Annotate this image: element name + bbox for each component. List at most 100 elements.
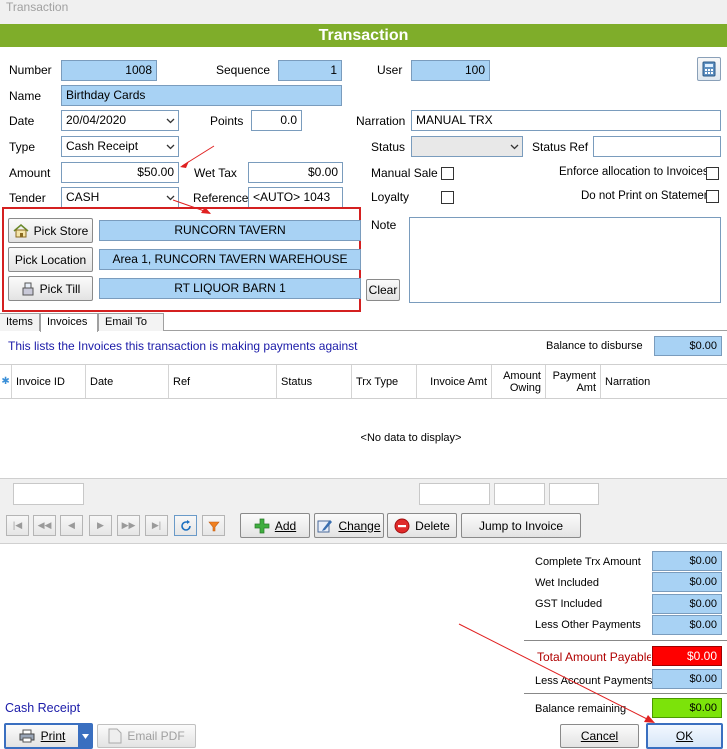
name-field[interactable]: Birthday Cards bbox=[61, 85, 342, 106]
note-textarea[interactable] bbox=[409, 217, 721, 303]
type-select[interactable]: Cash Receipt bbox=[61, 136, 179, 157]
column-header[interactable]: Trx Type bbox=[352, 365, 417, 398]
balance-to-disburse-label: Balance to disburse bbox=[546, 340, 643, 352]
column-header[interactable]: Invoice ID bbox=[12, 365, 86, 398]
refresh-icon bbox=[180, 519, 191, 531]
window-title-bar: Transaction bbox=[0, 0, 727, 24]
column-header[interactable]: Date bbox=[86, 365, 169, 398]
annotation-arrows bbox=[172, 145, 215, 214]
refresh-button[interactable] bbox=[174, 515, 197, 536]
filter-icon bbox=[207, 521, 220, 531]
delete-icon bbox=[394, 518, 410, 533]
pick-till-button[interactable]: Pick Till bbox=[8, 276, 93, 301]
name-label: Name bbox=[9, 89, 42, 103]
pick-store-button[interactable]: Pick Store bbox=[8, 218, 93, 243]
points-field[interactable]: 0.0 bbox=[251, 110, 302, 131]
date-label: Date bbox=[9, 114, 35, 128]
pick-location-button[interactable]: Pick Location bbox=[8, 247, 93, 272]
column-header[interactable]: Ref bbox=[169, 365, 277, 398]
date-value: 20/04/2020 bbox=[66, 113, 127, 127]
tab-invoices[interactable]: Invoices bbox=[40, 313, 98, 332]
clear-label: Clear bbox=[368, 283, 398, 297]
invoice-grid-footer bbox=[0, 478, 727, 508]
column-header[interactable]: Amount Owing bbox=[492, 365, 546, 398]
ok-button[interactable]: OK bbox=[646, 723, 723, 749]
loyalty-checkbox[interactable] bbox=[441, 191, 454, 204]
column-header[interactable]: Invoice Amt bbox=[417, 365, 492, 398]
column-header[interactable]: Narration bbox=[601, 365, 727, 398]
filter-button[interactable] bbox=[202, 515, 225, 536]
location-field[interactable]: Area 1, RUNCORN TAVERN WAREHOUSE bbox=[99, 249, 361, 270]
prev-page-button[interactable]: ◀◀ bbox=[33, 515, 56, 536]
next-record-button[interactable]: ▶ bbox=[89, 515, 112, 536]
sequence-field[interactable]: 1 bbox=[278, 60, 342, 81]
delete-button[interactable]: Delete bbox=[387, 513, 457, 538]
manual-sale-checkbox[interactable] bbox=[441, 167, 454, 180]
print-button[interactable]: Print bbox=[4, 723, 93, 749]
status-label: Status bbox=[371, 140, 406, 154]
print-main[interactable]: Print bbox=[6, 729, 78, 743]
annotation-arrow-ok bbox=[458, 623, 655, 723]
column-header[interactable]: Payment Amt bbox=[546, 365, 601, 398]
tab-email-to[interactable]: Email To bbox=[98, 313, 164, 331]
wet-included-field[interactable]: $0.00 bbox=[652, 572, 722, 592]
note-label: Note bbox=[371, 218, 397, 232]
cancel-button[interactable]: Cancel bbox=[560, 724, 639, 748]
date-field[interactable]: 20/04/2020 bbox=[61, 110, 179, 131]
status-ref-field[interactable] bbox=[593, 136, 721, 157]
do-not-print-checkbox[interactable] bbox=[706, 190, 719, 203]
home-icon bbox=[13, 223, 29, 237]
last-record-button[interactable]: ▶| bbox=[145, 515, 168, 536]
type-value: Cash Receipt bbox=[66, 139, 139, 153]
column-header[interactable]: Status bbox=[277, 365, 352, 398]
calculator-button[interactable] bbox=[697, 57, 721, 81]
email-pdf-button[interactable]: Email PDF bbox=[97, 724, 196, 748]
change-label: Change bbox=[338, 518, 381, 533]
next-page-button[interactable]: ▶▶ bbox=[117, 515, 140, 536]
chevron-down-icon[interactable] bbox=[162, 111, 178, 130]
footer-cell bbox=[494, 483, 545, 505]
amount-label: Amount bbox=[9, 166, 51, 180]
store-field[interactable]: RUNCORN TAVERN bbox=[99, 220, 361, 241]
jump-to-invoice-button[interactable]: Jump to Invoice bbox=[461, 513, 581, 538]
number-field[interactable]: 1008 bbox=[61, 60, 157, 81]
till-field[interactable]: RT LIQUOR BARN 1 bbox=[99, 278, 361, 299]
chevron-down-icon bbox=[81, 733, 89, 739]
do-not-print-label: Do not Print on Statement bbox=[581, 190, 714, 202]
wet-tax-field[interactable]: $0.00 bbox=[248, 162, 343, 183]
prev-record-button[interactable]: ◀ bbox=[60, 515, 83, 536]
till-icon bbox=[22, 282, 34, 295]
print-dropdown[interactable] bbox=[78, 725, 91, 747]
narration-field[interactable]: MANUAL TRX bbox=[411, 110, 721, 131]
tender-select[interactable]: CASH bbox=[61, 187, 179, 208]
sequence-label: Sequence bbox=[216, 63, 271, 77]
number-label: Number bbox=[9, 63, 52, 77]
print-label: Print bbox=[40, 729, 66, 743]
chevron-down-icon[interactable] bbox=[506, 137, 522, 156]
amount-field[interactable]: $50.00 bbox=[61, 162, 179, 183]
user-field[interactable]: 100 bbox=[411, 60, 490, 81]
cancel-label: Cancel bbox=[580, 729, 619, 743]
narration-label: Narration bbox=[356, 114, 406, 128]
complete-trx-field[interactable]: $0.00 bbox=[652, 551, 722, 571]
change-button[interactable]: Change bbox=[314, 513, 384, 538]
edit-icon bbox=[317, 519, 333, 532]
printer-icon bbox=[19, 729, 35, 743]
gst-included-field[interactable]: $0.00 bbox=[652, 594, 722, 614]
balance-to-disburse-field[interactable]: $0.00 bbox=[654, 336, 722, 356]
plus-icon bbox=[254, 518, 270, 533]
pick-store-label: Pick Store bbox=[33, 223, 89, 238]
pick-till-label: Pick Till bbox=[39, 281, 81, 296]
invoice-grid-body[interactable]: <No data to display> bbox=[0, 400, 727, 478]
status-select[interactable] bbox=[411, 136, 523, 157]
reference-field[interactable]: <AUTO> 1043 bbox=[248, 187, 343, 208]
wet-included-label: Wet Included bbox=[535, 577, 600, 589]
type-label: Type bbox=[9, 140, 36, 154]
clear-button[interactable]: Clear bbox=[366, 279, 400, 301]
enforce-allocation-checkbox[interactable] bbox=[706, 167, 719, 180]
first-record-button[interactable]: |◀ bbox=[6, 515, 29, 536]
empty-grid-message: <No data to display> bbox=[360, 432, 462, 444]
add-button[interactable]: Add bbox=[240, 513, 310, 538]
tab-items[interactable]: Items bbox=[0, 313, 40, 331]
tender-label: Tender bbox=[9, 191, 46, 205]
